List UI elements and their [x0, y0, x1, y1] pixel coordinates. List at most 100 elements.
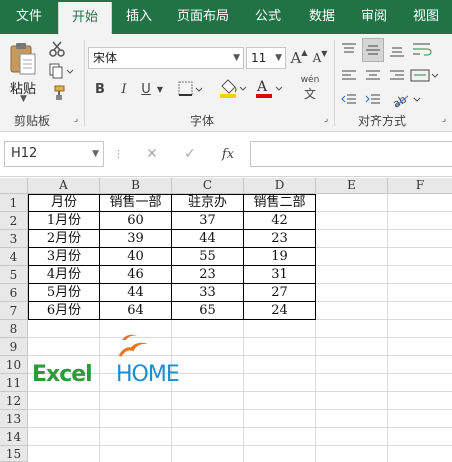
- align-top-icon[interactable]: [340, 40, 358, 60]
- column-header-e[interactable]: E: [316, 178, 388, 194]
- table-cell[interactable]: 5月份: [29, 284, 99, 301]
- table-border: [315, 194, 316, 320]
- table-cell[interactable]: 31: [244, 266, 315, 283]
- row-header-8[interactable]: 8: [0, 320, 28, 338]
- italic-button[interactable]: I: [116, 78, 132, 100]
- clipboard-launcher-icon[interactable]: ⌟: [70, 112, 82, 126]
- borders-button[interactable]: [178, 78, 204, 100]
- column-header-d[interactable]: D: [244, 178, 316, 194]
- table-cell[interactable]: 23: [244, 230, 315, 247]
- font-name-value: 宋体: [93, 51, 118, 65]
- row-header-13[interactable]: 13: [0, 410, 28, 428]
- table-cell[interactable]: 3月份: [29, 248, 99, 265]
- table-cell[interactable]: 2月份: [29, 230, 99, 247]
- row-header-12[interactable]: 12: [0, 392, 28, 410]
- row-header-1[interactable]: 1: [0, 194, 28, 212]
- table-header-cell[interactable]: 销售二部: [244, 194, 315, 211]
- row-header-15[interactable]: 15: [0, 446, 28, 462]
- ribbon: 粘贴 ▼ 剪贴板 ⌟ 宋体 ▼ 11 ▼ A ▲ A ▼ B I U ▼ A wén…: [0, 34, 452, 132]
- font-color-button[interactable]: A: [254, 76, 284, 100]
- table-cell[interactable]: 33: [172, 284, 243, 301]
- format-painter-icon[interactable]: [46, 84, 68, 102]
- row-header-6[interactable]: 6: [0, 284, 28, 302]
- orientation-icon[interactable]: ab: [392, 90, 422, 110]
- drag-handle-icon[interactable]: ⋮: [114, 145, 124, 163]
- tab-formulas[interactable]: 公式: [240, 0, 296, 34]
- decrease-indent-icon[interactable]: [340, 90, 358, 110]
- row-header-14[interactable]: 14: [0, 428, 28, 446]
- table-cell[interactable]: 6月份: [29, 302, 99, 319]
- merge-center-icon[interactable]: [410, 66, 440, 86]
- tab-view[interactable]: 视图: [400, 0, 452, 34]
- table-cell[interactable]: 44: [100, 284, 171, 301]
- table-cell[interactable]: 37: [172, 212, 243, 229]
- table-header-cell[interactable]: 驻京办: [172, 194, 243, 211]
- tab-page-layout[interactable]: 页面布局: [166, 0, 240, 34]
- row-header-10[interactable]: 10: [0, 356, 28, 374]
- grow-font-button[interactable]: A ▲: [290, 47, 308, 69]
- table-cell[interactable]: 4月份: [29, 266, 99, 283]
- column-header-c[interactable]: C: [172, 178, 244, 194]
- tab-review[interactable]: 审阅: [348, 0, 400, 34]
- cancel-icon[interactable]: ✕: [140, 143, 164, 165]
- shrink-font-button[interactable]: A ▼: [311, 47, 329, 69]
- enter-icon[interactable]: ✓: [178, 143, 202, 165]
- row-header-3[interactable]: 3: [0, 230, 28, 248]
- table-header-cell[interactable]: 月份: [29, 194, 99, 211]
- gridline: [387, 194, 388, 462]
- table-cell[interactable]: 24: [244, 302, 315, 319]
- table-cell[interactable]: 40: [100, 248, 171, 265]
- table-cell[interactable]: 42: [244, 212, 315, 229]
- tab-file[interactable]: 文件: [0, 0, 58, 34]
- align-bottom-icon[interactable]: [388, 40, 406, 60]
- column-header-f[interactable]: F: [388, 178, 452, 194]
- table-cell[interactable]: 23: [172, 266, 243, 283]
- worksheet-grid[interactable]: A B C D E F 1 2 3 4 5 6 7 8 9 10 11 12 1…: [0, 178, 452, 462]
- tab-insert[interactable]: 插入: [112, 0, 166, 34]
- underline-dropdown-icon[interactable]: ▼: [154, 78, 166, 100]
- font-name-select[interactable]: 宋体 ▼: [88, 47, 244, 69]
- table-cell[interactable]: 1月份: [29, 212, 99, 229]
- table-cell[interactable]: 46: [100, 266, 171, 283]
- table-cell[interactable]: 55: [172, 248, 243, 265]
- row-header-7[interactable]: 7: [0, 302, 28, 320]
- wrap-text-icon[interactable]: [410, 40, 436, 60]
- column-header-b[interactable]: B: [100, 178, 172, 194]
- table-cell[interactable]: 19: [244, 248, 315, 265]
- phonetic-guide-button[interactable]: wén 文: [296, 75, 324, 101]
- bold-button[interactable]: B: [92, 78, 108, 100]
- table-cell[interactable]: 64: [100, 302, 171, 319]
- row-header-11[interactable]: 11: [0, 374, 28, 392]
- column-header-a[interactable]: A: [28, 178, 100, 194]
- paste-icon[interactable]: [8, 40, 38, 80]
- table-cell[interactable]: 60: [100, 212, 171, 229]
- row-header-5[interactable]: 5: [0, 266, 28, 284]
- tab-home[interactable]: 开始: [58, 2, 112, 34]
- table-cell[interactable]: 65: [172, 302, 243, 319]
- alignment-launcher-icon[interactable]: ⌟: [438, 112, 450, 126]
- table-header-cell[interactable]: 销售一部: [100, 194, 171, 211]
- copy-icon[interactable]: [46, 62, 76, 80]
- row-header-4[interactable]: 4: [0, 248, 28, 266]
- increase-indent-icon[interactable]: [364, 90, 382, 110]
- paste-dropdown-icon[interactable]: ▼: [20, 94, 27, 104]
- tab-data[interactable]: 数据: [296, 0, 348, 34]
- table-cell[interactable]: 39: [100, 230, 171, 247]
- cut-icon[interactable]: [46, 40, 68, 58]
- name-box[interactable]: H12 ▼: [4, 141, 104, 167]
- insert-function-icon[interactable]: fx: [216, 143, 240, 165]
- row-header-9[interactable]: 9: [0, 338, 28, 356]
- align-center-icon[interactable]: [364, 66, 382, 86]
- font-launcher-icon[interactable]: ⌟: [320, 112, 332, 126]
- underline-button[interactable]: U: [138, 78, 154, 100]
- row-header-2[interactable]: 2: [0, 212, 28, 230]
- table-cell[interactable]: 44: [172, 230, 243, 247]
- align-right-icon[interactable]: [388, 66, 406, 86]
- select-all-corner[interactable]: [0, 178, 28, 194]
- fill-color-button[interactable]: [218, 76, 248, 100]
- formula-input[interactable]: [250, 141, 452, 167]
- align-left-icon[interactable]: [340, 66, 358, 86]
- align-middle-icon[interactable]: [362, 38, 384, 62]
- font-size-select[interactable]: 11 ▼: [246, 47, 286, 69]
- table-cell[interactable]: 27: [244, 284, 315, 301]
